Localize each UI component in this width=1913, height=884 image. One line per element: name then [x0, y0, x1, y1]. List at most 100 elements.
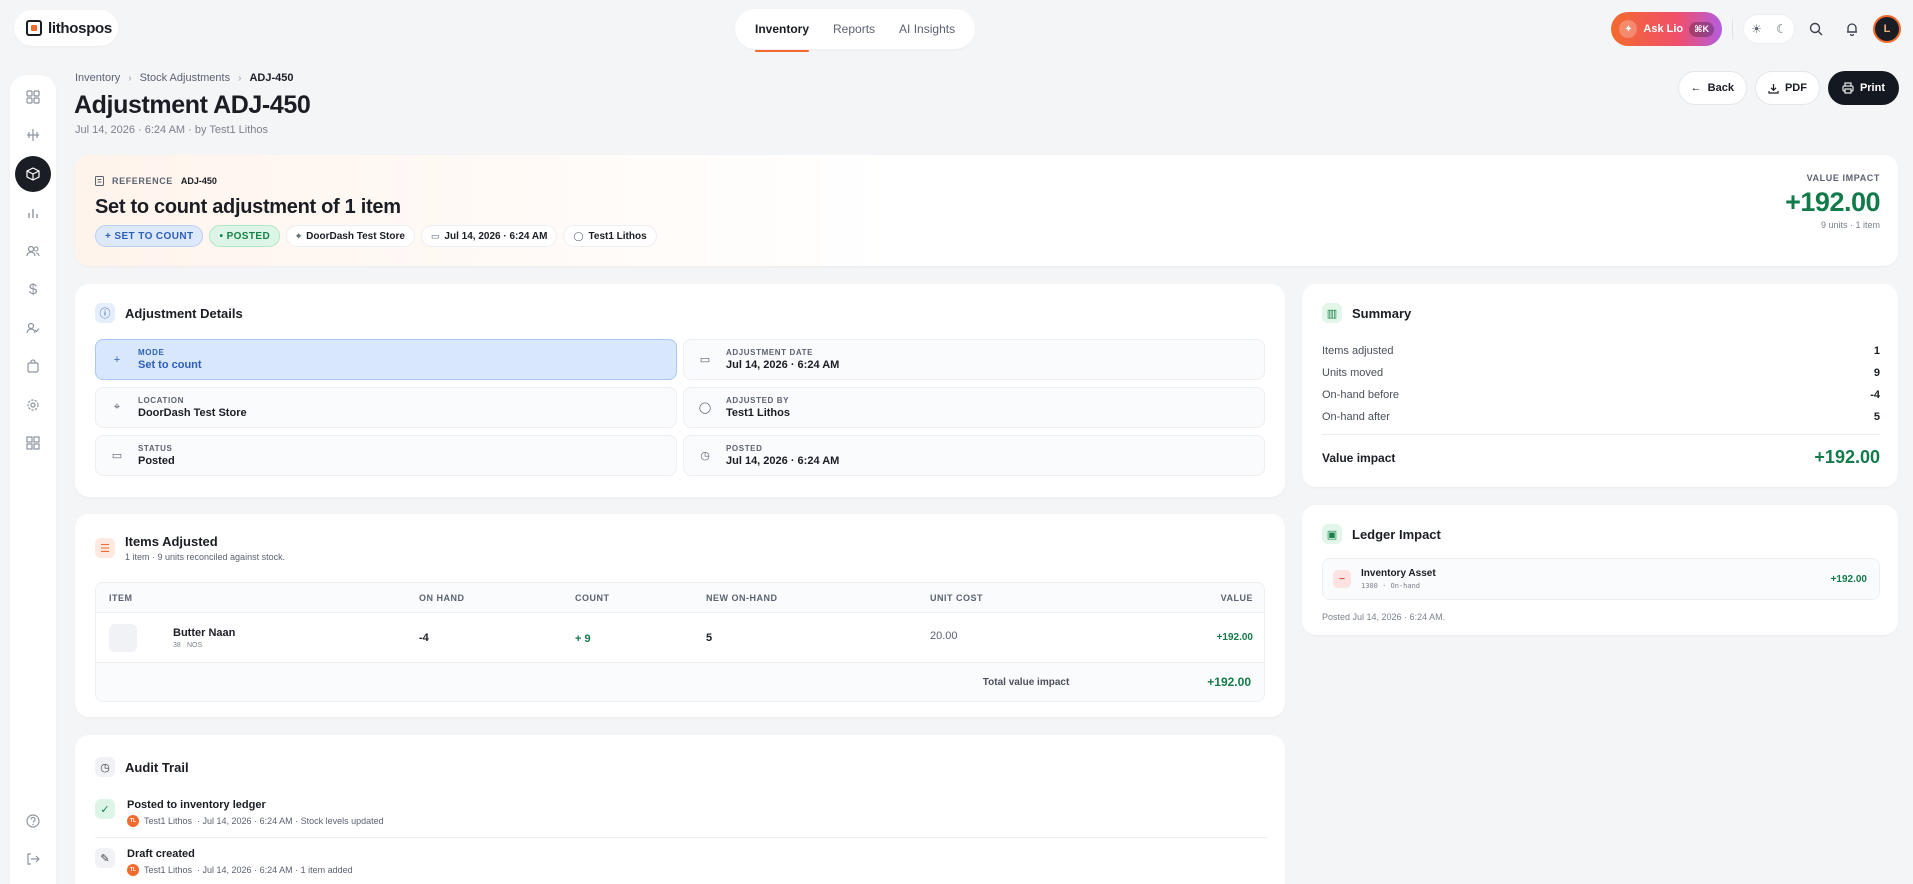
- sparkle-icon: ✦: [1619, 20, 1638, 38]
- staff-icon[interactable]: [15, 310, 51, 346]
- map-pin-icon: ⌖: [113, 401, 121, 413]
- summary-total-label: Value impact: [1322, 450, 1396, 465]
- summary-value: 1: [1873, 345, 1880, 357]
- detail-key: LOCATION: [138, 396, 184, 405]
- col-unit-cost: UNIT COST: [930, 592, 983, 603]
- notifications-button[interactable]: [1837, 14, 1867, 44]
- user-icon: ◯: [573, 230, 584, 241]
- cell-unit-cost: 20.00: [930, 629, 958, 642]
- shopping-bag-icon[interactable]: [15, 348, 51, 384]
- apps-grid-icon[interactable]: [15, 425, 51, 461]
- summary-row: Units moved 9: [1322, 362, 1880, 384]
- summary-title: Summary: [1352, 305, 1412, 321]
- settings-gear-icon[interactable]: [15, 387, 51, 423]
- col-value: VALUE: [1220, 592, 1253, 603]
- items-table: ITEM ON HAND COUNT NEW ON-HAND UNIT COST…: [95, 582, 1265, 702]
- location-chip-label: DoorDash Test Store: [306, 230, 405, 242]
- back-button[interactable]: ← Back: [1677, 71, 1747, 105]
- table-row[interactable]: Butter Naan 38 · NOS -4 + 9 5 20.00 +192…: [96, 613, 1264, 663]
- location-chip: ⌖ DoorDash Test Store: [286, 225, 415, 247]
- cell-value: +192.00: [1216, 632, 1253, 643]
- ask-lio-shortcut: ⌘K: [1689, 21, 1714, 37]
- back-label: Back: [1707, 82, 1734, 94]
- map-pin-icon: ⌖: [296, 230, 302, 241]
- ledger-header: ▣ Ledger Impact: [1322, 524, 1441, 544]
- detail-value: Test1 Lithos: [726, 407, 790, 419]
- ledger-impact-card: ▣ Ledger Impact − Inventory Asset 1300 ·…: [1302, 505, 1898, 635]
- summary-label: On-hand before: [1322, 389, 1400, 401]
- col-on-hand: ON HAND: [419, 592, 465, 603]
- detail-status: ▭ STATUS Posted: [95, 435, 677, 476]
- breadcrumb-stock-adjustments[interactable]: Stock Adjustments: [140, 72, 231, 84]
- cell-on-hand: -4: [419, 631, 429, 644]
- pdf-button[interactable]: PDF: [1754, 71, 1820, 105]
- tab-ai-insights[interactable]: AI Insights: [887, 9, 967, 49]
- tab-inventory[interactable]: Inventory: [743, 9, 821, 52]
- user-avatar[interactable]: L: [1873, 15, 1901, 43]
- value-impact-label: VALUE IMPACT: [1806, 173, 1880, 183]
- info-icon: ⓘ: [95, 303, 115, 323]
- analytics-icon[interactable]: [15, 195, 51, 231]
- bar-chart-icon: ▥: [1322, 303, 1342, 323]
- chevron-right-icon: ›: [238, 72, 242, 84]
- calendar-icon: ▭: [699, 354, 711, 366]
- item-thumbnail: [109, 623, 137, 652]
- detail-value: Jul 14, 2026 · 6:24 AM: [726, 455, 840, 467]
- ledger-entry[interactable]: − Inventory Asset 1300 · On-hand +192.00: [1322, 558, 1880, 600]
- chevron-right-icon: ›: [128, 72, 132, 84]
- clock-icon: ◷: [700, 450, 710, 462]
- brand-logo[interactable]: lithospos: [14, 10, 118, 46]
- audit-entry-meta: TL Test1 Lithos · Jul 14, 2026 · 6:24 AM…: [127, 815, 384, 827]
- top-right-controls: ✦ Ask Lio ⌘K ☀ ☾ L: [1611, 9, 1901, 49]
- ledger-title: Ledger Impact: [1352, 526, 1441, 542]
- detail-posted: ◷ POSTED Jul 14, 2026 · 6:24 AM: [683, 435, 1265, 476]
- pos-icon[interactable]: [15, 117, 51, 153]
- ledger-note: Posted Jul 14, 2026 · 6:24 AM.: [1322, 612, 1446, 622]
- tab-reports[interactable]: Reports: [821, 9, 887, 49]
- sidebar: $: [10, 75, 56, 884]
- ask-lio-button[interactable]: ✦ Ask Lio ⌘K: [1611, 12, 1722, 46]
- mode-chip: + SET TO COUNT: [95, 225, 204, 247]
- ask-lio-label: Ask Lio: [1643, 23, 1684, 35]
- item-cell: Butter Naan 38 · NOS: [96, 623, 406, 652]
- audit-meta-text: · Jul 14, 2026 · 6:24 AM · Stock levels …: [197, 816, 384, 826]
- cell-new-on-hand: 5: [706, 631, 713, 644]
- calendar-icon: ▭: [430, 230, 440, 241]
- details-grid: + MODE Set to count ▭ ADJUSTMENT DATE Jul …: [95, 339, 1265, 476]
- reference-label: REFERENCE: [112, 176, 173, 186]
- summary-total-value: +192.00: [1814, 447, 1880, 467]
- divider: [1732, 19, 1733, 39]
- logout-icon[interactable]: [15, 841, 51, 877]
- total-value: +192.00: [1207, 675, 1251, 689]
- sun-icon[interactable]: ☀: [1751, 22, 1762, 36]
- detail-key: ADJUSTED BY: [726, 396, 790, 405]
- card-icon: ▭: [111, 450, 123, 462]
- adjustment-details-card: ⓘ Adjustment Details + MODE Set to count …: [75, 284, 1285, 497]
- details-header: ⓘ Adjustment Details: [95, 303, 243, 323]
- item-name: Butter Naan: [173, 626, 236, 639]
- customers-icon[interactable]: [15, 233, 51, 269]
- breadcrumb-inventory[interactable]: Inventory: [75, 72, 120, 84]
- value-impact-sub: 9 units · 1 item: [1820, 220, 1880, 230]
- user-chip: ◯ Test1 Lithos: [563, 225, 657, 247]
- print-button[interactable]: Print: [1827, 71, 1899, 105]
- detail-mode: + MODE Set to count: [95, 339, 677, 380]
- dashboard-icon[interactable]: [15, 79, 51, 115]
- cell-count: + 9: [575, 632, 591, 645]
- theme-toggle[interactable]: ☀ ☾: [1743, 14, 1795, 44]
- brand-mark-icon: [26, 20, 42, 36]
- arrow-left-icon: ←: [1690, 82, 1702, 94]
- col-new-on-hand: NEW ON-HAND: [706, 592, 778, 603]
- date-chip-label: Jul 14, 2026 · 6:24 AM: [444, 230, 548, 242]
- hero-chips: + SET TO COUNT • POSTED ⌖ DoorDash Test …: [95, 225, 657, 247]
- audit-user: Test1 Lithos: [144, 865, 193, 875]
- reference-value: ADJ-450: [180, 176, 217, 186]
- value-impact-amount: +192.00: [1785, 187, 1880, 217]
- detail-value: Posted: [138, 455, 175, 467]
- help-icon[interactable]: [15, 803, 51, 839]
- inventory-box-icon[interactable]: [15, 156, 51, 192]
- brand-name: lithospos: [48, 19, 112, 37]
- finance-dollar-icon[interactable]: $: [15, 271, 51, 307]
- search-button[interactable]: [1801, 14, 1831, 44]
- moon-icon[interactable]: ☾: [1776, 22, 1787, 36]
